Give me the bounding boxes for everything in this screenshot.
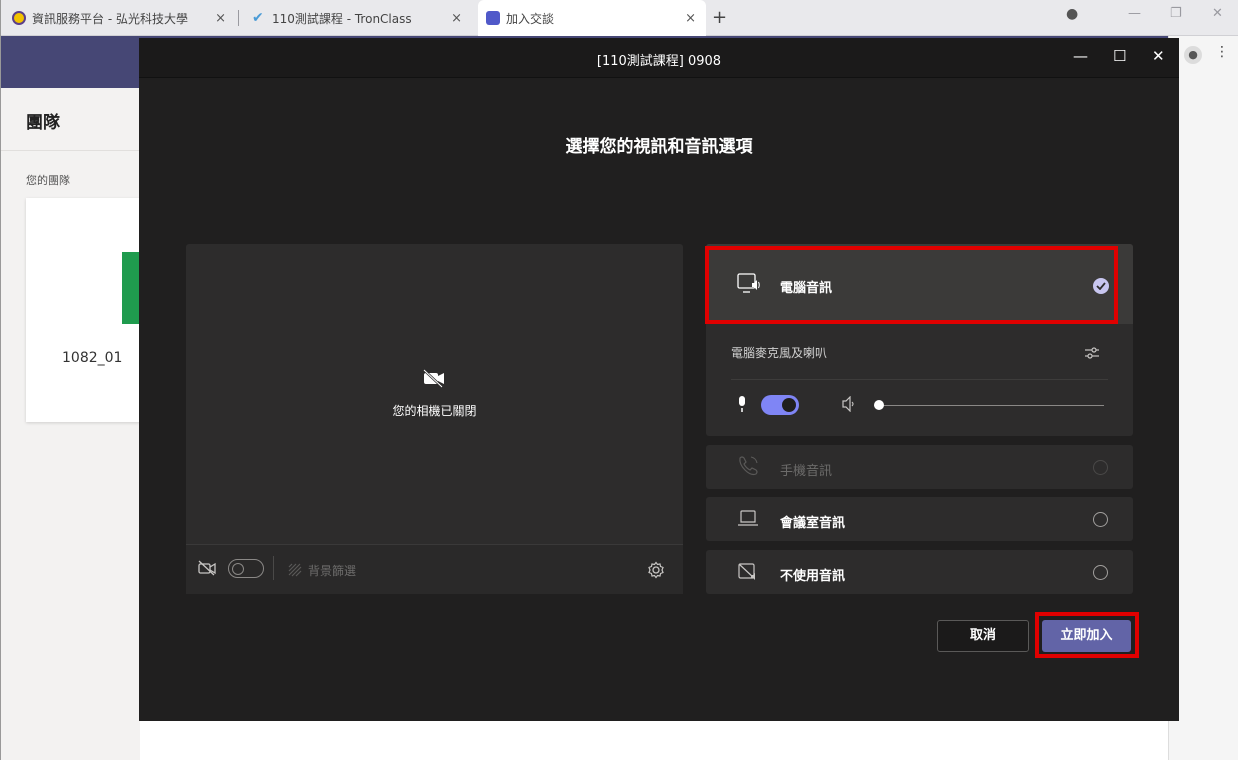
close-tab-icon[interactable]: × [451, 11, 462, 26]
team-name: 1082_01 [62, 350, 123, 366]
minimize-icon[interactable]: — [1073, 47, 1088, 65]
room-audio-icon [738, 510, 758, 526]
device-settings-icon[interactable] [647, 561, 665, 579]
profile-icon[interactable]: ● [1066, 6, 1078, 22]
toggle-knob [782, 398, 796, 412]
room-audio-label: 會議室音訊 [780, 516, 846, 531]
close-window-icon[interactable]: ✕ [1212, 6, 1223, 21]
maximize-icon[interactable]: ☐ [1113, 47, 1126, 65]
close-tab-icon[interactable]: × [215, 11, 226, 26]
browser-tab-join-chat[interactable]: 加入交談 × [478, 0, 706, 36]
teams-icon [486, 11, 500, 25]
no-audio-label: 不使用音訊 [780, 569, 846, 584]
no-audio-option[interactable] [706, 550, 1133, 594]
minimize-window-icon[interactable]: — [1128, 6, 1141, 21]
camera-off-icon [423, 369, 444, 388]
toggle-knob [232, 562, 244, 575]
restore-window-icon[interactable]: ❐ [1170, 6, 1182, 21]
no-audio-radio[interactable] [1093, 565, 1108, 580]
highlight-box [1035, 612, 1139, 658]
page-heading: 選擇您的視訊和音訊選項 [565, 137, 753, 157]
microphone-icon [739, 396, 745, 412]
phone-audio-label: 手機音訊 [780, 464, 833, 479]
close-tab-icon[interactable]: × [685, 11, 696, 26]
phone-icon [739, 456, 758, 476]
browser-tab-strip: 資訊服務平台 - 弘光科技大學 × ✔ 110測試課程 - TronClass … [0, 0, 1238, 36]
team-avatar [122, 252, 140, 324]
microphone-toggle[interactable] [761, 395, 799, 415]
tab-title: 資訊服務平台 - 弘光科技大學 [32, 11, 188, 26]
video-preview [186, 244, 683, 594]
room-audio-option[interactable] [706, 497, 1133, 541]
more-options-icon[interactable]: ⋮ [1215, 44, 1229, 60]
your-teams-label: 您的團隊 [26, 174, 70, 187]
window-border [0, 0, 1, 760]
team-card[interactable]: 1082_01 [26, 198, 140, 422]
phone-audio-radio [1093, 460, 1108, 475]
camera-toggle-icon [198, 560, 216, 576]
teams-sidebar [0, 88, 140, 760]
no-audio-icon [738, 563, 755, 580]
room-audio-radio[interactable] [1093, 512, 1108, 527]
divider [0, 150, 140, 151]
tronclass-icon: ✔ [252, 10, 264, 26]
phone-audio-option [706, 445, 1133, 489]
speaker-icon [842, 396, 854, 412]
user-avatar-icon[interactable]: ● [1184, 46, 1202, 64]
new-tab-button[interactable]: + [712, 7, 727, 28]
camera-toggle[interactable] [228, 559, 264, 578]
background-filter-button[interactable]: 背景篩選 [308, 562, 356, 579]
browser-tab-school[interactable]: 資訊服務平台 - 弘光科技大學 × [4, 0, 236, 36]
modal-titlebar: [110測試課程] 0908 — ☐ ✕ [139, 38, 1179, 78]
school-logo-icon [12, 11, 26, 25]
highlight-box [705, 246, 1118, 324]
divider [273, 556, 274, 580]
audio-device-label: 電腦麥克風及喇叭 [731, 346, 828, 360]
close-icon[interactable]: ✕ [1152, 47, 1165, 65]
tab-title: 110測試課程 - TronClass [272, 11, 412, 26]
background-filter-icon [288, 563, 302, 577]
volume-slider-track[interactable] [874, 405, 1104, 406]
sidebar-title: 團隊 [26, 113, 60, 133]
cancel-button[interactable]: 取消 [937, 620, 1029, 652]
modal-title: [110測試課程] 0908 [596, 54, 722, 69]
device-adjust-icon[interactable] [1083, 344, 1101, 362]
tab-separator [238, 10, 239, 26]
camera-off-text: 您的相機已關閉 [392, 404, 477, 418]
volume-slider-knob[interactable] [874, 400, 884, 410]
browser-tab-tronclass[interactable]: ✔ 110測試課程 - TronClass × [244, 0, 472, 36]
tab-title: 加入交談 [506, 11, 555, 26]
divider [731, 379, 1108, 380]
